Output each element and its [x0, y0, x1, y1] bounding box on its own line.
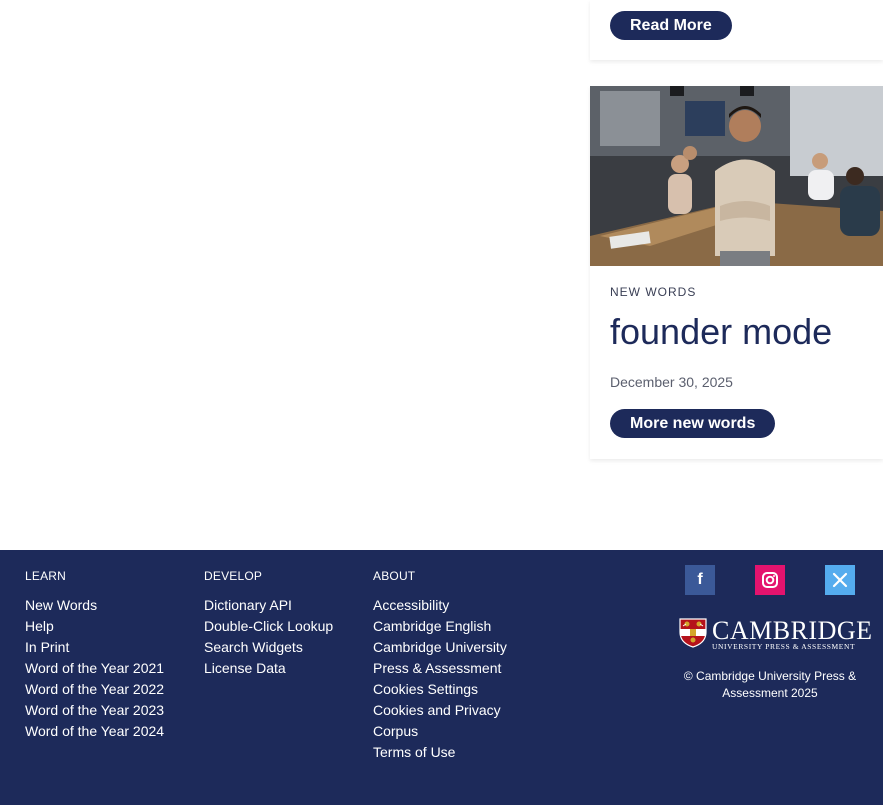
- office-meeting-photo: [590, 86, 883, 266]
- new-words-card: NEW WORDS founder mode December 30, 2025…: [590, 86, 883, 459]
- copyright-text: © Cambridge University Press & Assessmen…: [683, 669, 857, 700]
- instagram-icon: [762, 572, 778, 588]
- footer-link[interactable]: Terms of Use: [373, 744, 455, 760]
- x-button[interactable]: [825, 565, 855, 595]
- footer-link[interactable]: Cambridge University: [373, 639, 507, 655]
- footer-link[interactable]: Corpus: [373, 723, 418, 739]
- footer-link[interactable]: Cookies Settings: [373, 681, 478, 697]
- site-footer: LEARN New Words Help In Print Word of th…: [0, 550, 883, 805]
- footer-link[interactable]: Cookies and Privacy: [373, 702, 501, 718]
- more-new-words-button[interactable]: More new words: [610, 409, 776, 438]
- footer-link[interactable]: License Data: [204, 660, 286, 676]
- footer-heading-learn: LEARN: [25, 569, 67, 583]
- footer-link[interactable]: Search Widgets: [204, 639, 303, 655]
- card-image[interactable]: [590, 86, 883, 266]
- footer-heading-develop: DEVELOP: [204, 569, 263, 583]
- previous-card: Read More: [590, 0, 883, 60]
- facebook-icon: f: [697, 571, 703, 588]
- footer-links-learn: New Words Help In Print Word of the Year…: [25, 595, 164, 742]
- card-date: December 30, 2025: [610, 374, 733, 390]
- footer-link[interactable]: Word of the Year 2024: [25, 723, 164, 739]
- footer-link[interactable]: Help: [25, 618, 54, 634]
- x-icon: [832, 572, 848, 588]
- logo-subtitle: UNIVERSITY PRESS & ASSESSMENT: [712, 642, 856, 651]
- card-category: NEW WORDS: [610, 285, 697, 299]
- footer-col-develop: DEVELOP Dictionary API Double-Click Look…: [204, 569, 333, 679]
- footer-link[interactable]: Accessibility: [373, 597, 449, 613]
- footer-link[interactable]: Word of the Year 2021: [25, 660, 164, 676]
- footer-link[interactable]: Word of the Year 2023: [25, 702, 164, 718]
- cambridge-shield-icon: [679, 618, 707, 648]
- footer-links-about: Accessibility Cambridge English Cambridg…: [373, 595, 507, 763]
- footer-col-learn: LEARN New Words Help In Print Word of th…: [25, 569, 164, 742]
- cambridge-logo[interactable]: CAMBRIDGE UNIVERSITY PRESS & ASSESSMENT: [679, 616, 872, 651]
- footer-col-about: ABOUT Accessibility Cambridge English Ca…: [373, 569, 507, 763]
- instagram-button[interactable]: [755, 565, 785, 595]
- footer-link[interactable]: New Words: [25, 597, 97, 613]
- footer-link[interactable]: Double-Click Lookup: [204, 618, 333, 634]
- facebook-button[interactable]: f: [685, 565, 715, 595]
- footer-link[interactable]: In Print: [25, 639, 69, 655]
- card-title[interactable]: founder mode: [610, 311, 832, 353]
- footer-link[interactable]: Press & Assessment: [373, 660, 501, 676]
- read-more-button[interactable]: Read More: [610, 11, 732, 40]
- footer-links-develop: Dictionary API Double-Click Lookup Searc…: [204, 595, 333, 679]
- footer-link[interactable]: Word of the Year 2022: [25, 681, 164, 697]
- footer-heading-about: ABOUT: [373, 569, 416, 583]
- footer-link[interactable]: Cambridge English: [373, 618, 491, 634]
- footer-link[interactable]: Dictionary API: [204, 597, 292, 613]
